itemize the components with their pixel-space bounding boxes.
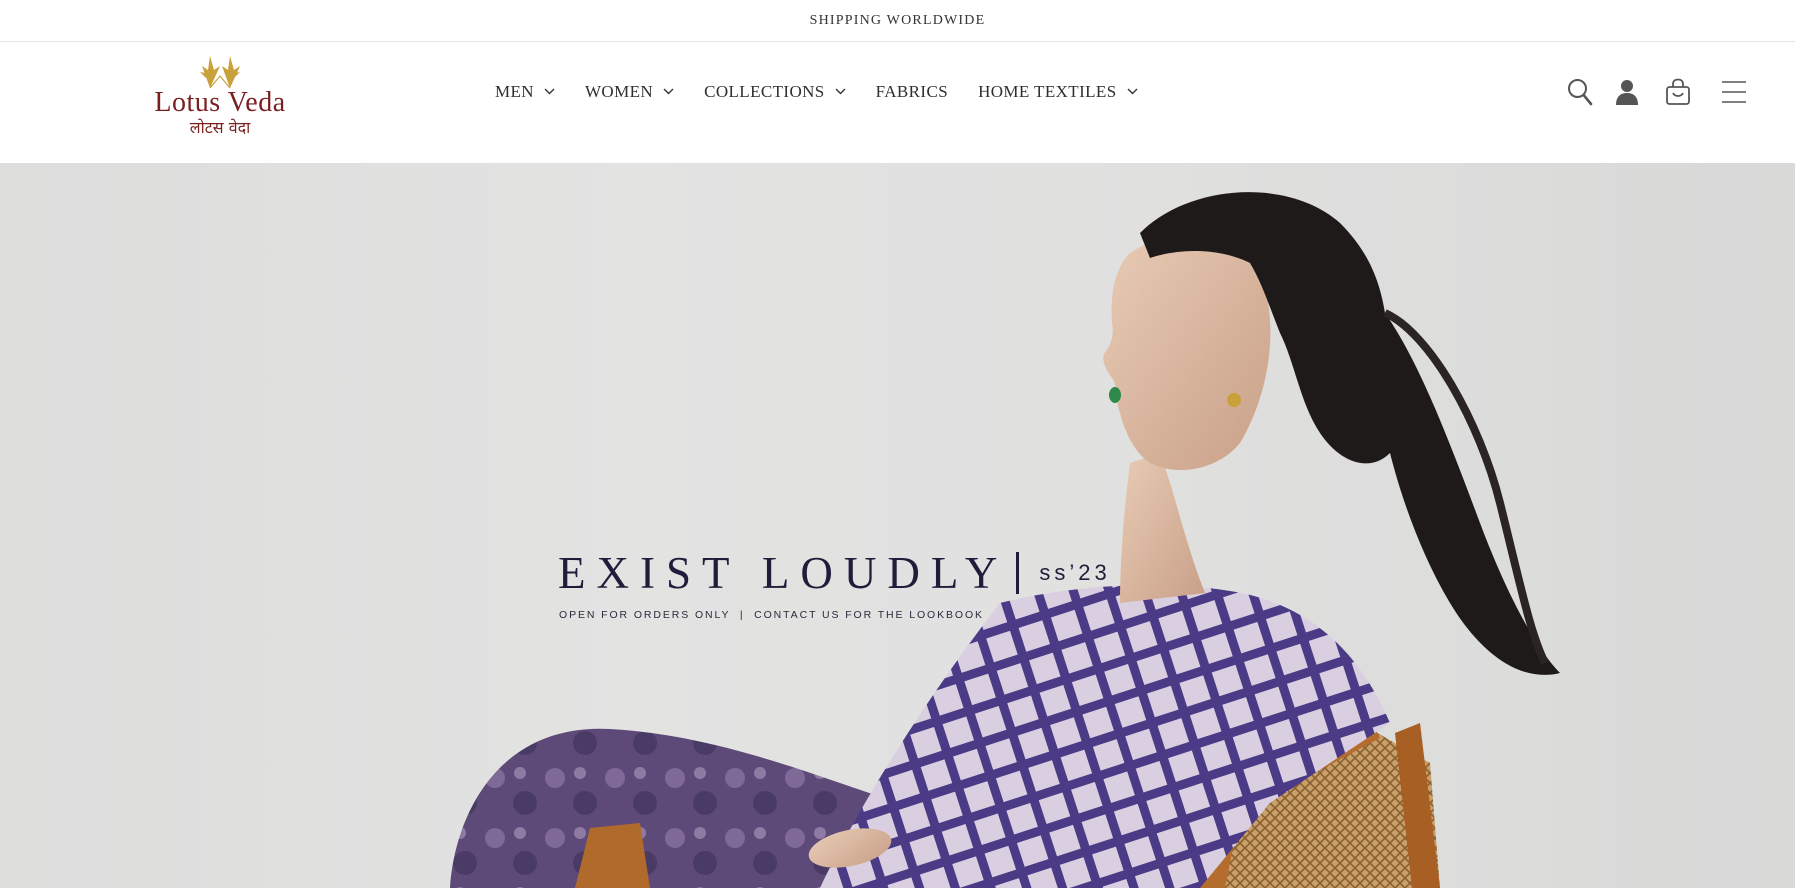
search-icon[interactable]	[1567, 78, 1593, 106]
nav-item-men[interactable]: MEN	[495, 81, 555, 123]
hero-title: EXIST LOUDLY ss’23	[558, 548, 1111, 598]
cart-icon[interactable]	[1665, 78, 1691, 106]
hero-photo-model-in-chair	[0, 163, 1795, 888]
nav-item-collections[interactable]: COLLECTIONS	[704, 81, 846, 123]
hero-banner[interactable]: EXIST LOUDLY ss’23 OPEN FOR ORDERS ONLY …	[0, 163, 1795, 888]
nav-item-label: MEN	[495, 81, 534, 101]
chevron-down-icon	[544, 88, 555, 95]
nav-item-label: HOME TEXTILES	[978, 81, 1117, 101]
hero-title-text: EXIST LOUDLY	[558, 548, 1009, 598]
announcement-text: SHIPPING WORLDWIDE	[809, 12, 986, 28]
nav-item-fabrics[interactable]: FABRICS	[875, 81, 949, 123]
logo-text-english: Lotus Veda	[154, 87, 286, 118]
chevron-down-icon	[835, 88, 846, 95]
main-nav: MEN WOMEN COLLECTIONS FABRICS HOME TEXTI…	[495, 42, 1168, 163]
nav-item-home-textiles[interactable]: HOME TEXTILES	[978, 81, 1138, 123]
hero-subtitle: OPEN FOR ORDERS ONLY | CONTACT US FOR TH…	[559, 609, 984, 621]
nav-item-label: WOMEN	[584, 81, 654, 101]
chevron-down-icon	[1127, 88, 1138, 95]
menu-icon[interactable]	[1721, 80, 1747, 104]
chevron-down-icon	[663, 88, 674, 95]
nav-item-label: COLLECTIONS	[704, 81, 825, 101]
logo-text-hindi: लोटस वेदा	[189, 118, 251, 137]
nav-item-women[interactable]: WOMEN	[584, 81, 674, 123]
site-header: Lotus Veda लोटस वेदा MEN WOMEN COLLECTIO…	[0, 42, 1795, 163]
hero-title-divider	[1016, 552, 1020, 594]
account-icon[interactable]	[1615, 78, 1639, 106]
nav-item-label: FABRICS	[875, 81, 949, 101]
announcement-bar: SHIPPING WORLDWIDE	[0, 0, 1795, 42]
hero-season: ss’23	[1039, 560, 1111, 585]
header-icons	[1567, 42, 1747, 163]
lotus-logo-icon	[200, 56, 240, 89]
logo[interactable]: Lotus Veda लोटस वेदा	[150, 52, 290, 148]
